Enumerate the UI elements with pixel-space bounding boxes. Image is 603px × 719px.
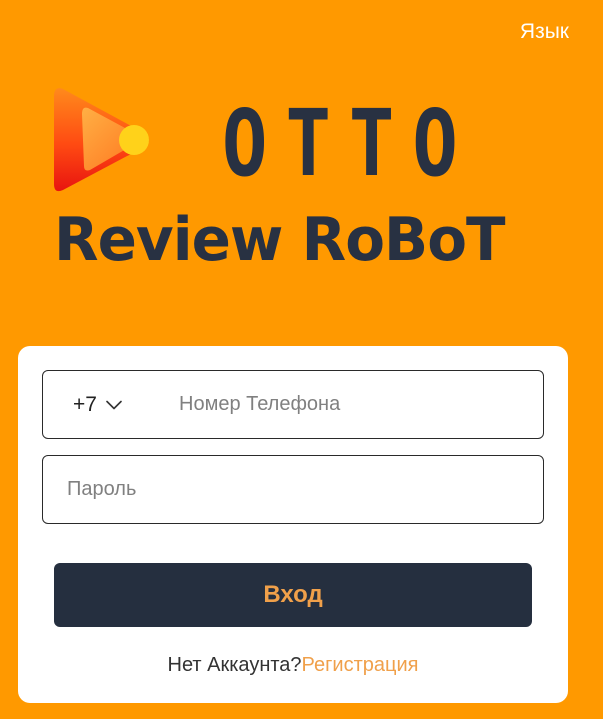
signup-prompt: Нет Аккаунта?Регистрация bbox=[18, 654, 568, 677]
play-icon bbox=[54, 88, 149, 192]
password-input[interactable] bbox=[67, 456, 543, 523]
logo-subtitle: Review RoBoT bbox=[54, 205, 506, 275]
login-button[interactable]: Вход bbox=[54, 563, 532, 627]
password-field bbox=[42, 455, 544, 524]
no-account-text: Нет Аккаунта? bbox=[167, 654, 302, 676]
country-code-selector[interactable]: +7 bbox=[73, 393, 179, 417]
phone-field: +7 bbox=[42, 370, 544, 439]
chevron-down-icon bbox=[106, 400, 122, 409]
app-logo: OTTO Review RoBoT bbox=[54, 84, 534, 274]
register-link[interactable]: Регистрация bbox=[302, 654, 419, 676]
phone-input[interactable] bbox=[179, 371, 543, 438]
login-card: +7 Вход Нет Аккаунта?Регистрация bbox=[18, 346, 568, 703]
country-code-label: +7 bbox=[73, 392, 97, 416]
logo-title: OTTO bbox=[222, 90, 476, 197]
language-selector[interactable]: Язык bbox=[520, 20, 569, 44]
